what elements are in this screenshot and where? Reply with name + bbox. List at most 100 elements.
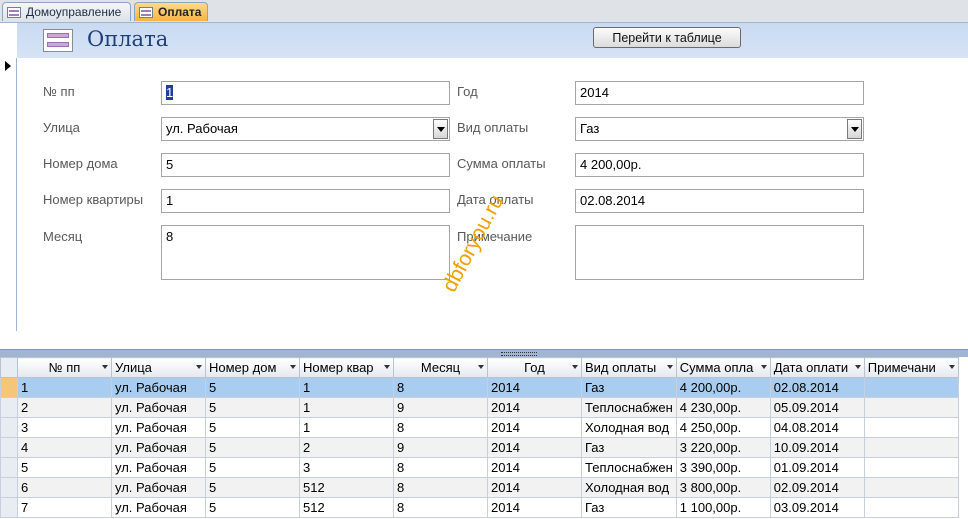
table-cell[interactable]: 6	[17, 477, 112, 498]
sum-field[interactable]: 4 200,00р.	[575, 153, 864, 177]
table-cell[interactable]: 3	[299, 457, 394, 478]
table-cell[interactable]: 2014	[487, 397, 582, 418]
table-cell[interactable]	[863, 437, 959, 458]
column-header[interactable]: Номер квар	[299, 357, 394, 378]
table-cell[interactable]: ул. Рабочая	[111, 457, 206, 478]
table-row[interactable]: 3 ул. Рабочая 5 1 8 2014 Холодная вод 4 250,00р…	[0, 417, 959, 438]
table-cell[interactable]: 4 250,00р.	[675, 417, 771, 438]
record-selector[interactable]	[0, 58, 17, 331]
select-all-corner[interactable]	[0, 357, 18, 378]
column-header[interactable]: Улица	[111, 357, 206, 378]
table-cell[interactable]: 512	[299, 477, 394, 498]
table-cell[interactable]: 02.09.2014	[769, 477, 865, 498]
table-cell[interactable]: 5	[205, 417, 300, 438]
table-cell[interactable]: 2	[299, 437, 394, 458]
street-combo[interactable]: ул. Рабочая	[161, 117, 450, 141]
table-cell[interactable]: 2014	[487, 497, 582, 518]
table-cell[interactable]: ул. Рабочая	[111, 477, 206, 498]
table-cell[interactable]: Газ	[581, 497, 677, 518]
sort-filter-arrow-icon[interactable]	[948, 365, 955, 369]
table-cell[interactable]: 5	[205, 377, 300, 398]
npp-field[interactable]: 1	[161, 81, 450, 105]
table-row[interactable]: 2 ул. Рабочая 5 1 9 2014 Теплоснабжен 4 230,00р…	[0, 397, 959, 418]
column-header[interactable]: Год	[487, 357, 582, 378]
sort-filter-arrow-icon[interactable]	[478, 365, 484, 369]
table-cell[interactable]: 5	[17, 457, 112, 478]
paytype-combo[interactable]: Газ	[575, 117, 864, 141]
table-cell[interactable]: 10.09.2014	[769, 437, 865, 458]
table-row[interactable]: 5 ул. Рабочая 5 3 8 2014 Теплоснабжен 3 390,00р…	[0, 457, 959, 478]
table-cell[interactable]: 5	[205, 477, 300, 498]
table-cell[interactable]: 2014	[487, 417, 582, 438]
table-cell[interactable]: Теплоснабжен	[581, 457, 677, 478]
sort-filter-arrow-icon[interactable]	[290, 365, 296, 369]
table-cell[interactable]: 1	[299, 417, 394, 438]
row-selector[interactable]	[0, 377, 18, 398]
year-field[interactable]: 2014	[575, 81, 864, 105]
table-cell[interactable]: Газ	[581, 437, 677, 458]
table-cell[interactable]: 3 220,00р.	[675, 437, 771, 458]
table-cell[interactable]	[863, 457, 959, 478]
column-header[interactable]: Месяц	[393, 357, 488, 378]
apartment-field[interactable]: 1	[161, 189, 450, 213]
table-cell[interactable]	[863, 477, 959, 498]
table-cell[interactable]: 5	[205, 437, 300, 458]
table-cell[interactable]: 4 230,00р.	[675, 397, 771, 418]
table-cell[interactable]	[863, 417, 959, 438]
chevron-down-icon[interactable]	[847, 119, 862, 139]
month-field[interactable]: 8	[161, 225, 450, 280]
row-selector[interactable]	[0, 477, 18, 498]
date-field[interactable]: 02.08.2014	[575, 189, 864, 213]
tab-domoupravlenie[interactable]: Домоуправление	[2, 2, 131, 21]
table-cell[interactable]: 2014	[487, 477, 582, 498]
table-cell[interactable]: 9	[393, 437, 488, 458]
sort-filter-arrow-icon[interactable]	[196, 365, 202, 369]
table-cell[interactable]: 1	[17, 377, 112, 398]
table-cell[interactable]: 2014	[487, 437, 582, 458]
table-cell[interactable]: Холодная вод	[581, 477, 677, 498]
sort-filter-arrow-icon[interactable]	[760, 365, 767, 369]
house-field[interactable]: 5	[161, 153, 450, 177]
table-cell[interactable]: 512	[299, 497, 394, 518]
row-selector[interactable]	[0, 417, 18, 438]
table-cell[interactable]: 1	[299, 377, 394, 398]
table-cell[interactable]: 5	[205, 457, 300, 478]
column-header[interactable]: Примечани	[863, 357, 959, 378]
table-cell[interactable]: 8	[393, 477, 488, 498]
table-cell[interactable]: 05.09.2014	[769, 397, 865, 418]
table-cell[interactable]: 1	[299, 397, 394, 418]
column-header[interactable]: Номер дом	[205, 357, 300, 378]
table-cell[interactable]: 8	[393, 377, 488, 398]
table-cell[interactable]: Газ	[581, 377, 677, 398]
table-cell[interactable]: 4 200,00р.	[675, 377, 771, 398]
table-cell[interactable]	[863, 377, 959, 398]
table-cell[interactable]: 5	[205, 497, 300, 518]
row-selector[interactable]	[0, 457, 18, 478]
tab-oplata[interactable]: Оплата	[134, 2, 208, 21]
column-header[interactable]: Вид оплаты	[581, 357, 677, 378]
table-cell[interactable]: 5	[205, 397, 300, 418]
sort-filter-arrow-icon[interactable]	[854, 365, 861, 369]
table-cell[interactable]: 8	[393, 417, 488, 438]
table-row[interactable]: 7 ул. Рабочая 5 512 8 2014 Газ 1 100,00р. 03.09.…	[0, 497, 959, 518]
table-cell[interactable]: ул. Рабочая	[111, 497, 206, 518]
table-cell[interactable]: 3 800,00р.	[675, 477, 771, 498]
table-cell[interactable]: 2014	[487, 377, 582, 398]
row-selector[interactable]	[0, 397, 18, 418]
table-cell[interactable]: 9	[393, 397, 488, 418]
table-cell[interactable]: 2	[17, 397, 112, 418]
column-header[interactable]: № пп	[17, 357, 112, 378]
table-cell[interactable]: 04.08.2014	[769, 417, 865, 438]
table-cell[interactable]: 01.09.2014	[769, 457, 865, 478]
table-cell[interactable]: Холодная вод	[581, 417, 677, 438]
row-selector[interactable]	[0, 497, 18, 518]
table-cell[interactable]: 3	[17, 417, 112, 438]
goto-table-button[interactable]: Перейти к таблице	[593, 27, 741, 48]
table-cell[interactable]	[863, 397, 959, 418]
table-cell[interactable]: 1 100,00р.	[675, 497, 771, 518]
table-cell[interactable]: 3 390,00р.	[675, 457, 771, 478]
table-cell[interactable]: 2014	[487, 457, 582, 478]
table-cell[interactable]: 4	[17, 437, 112, 458]
column-header[interactable]: Дата оплати	[769, 357, 865, 378]
table-row[interactable]: 4 ул. Рабочая 5 2 9 2014 Газ 3 220,00р. 10.09.20…	[0, 437, 959, 458]
